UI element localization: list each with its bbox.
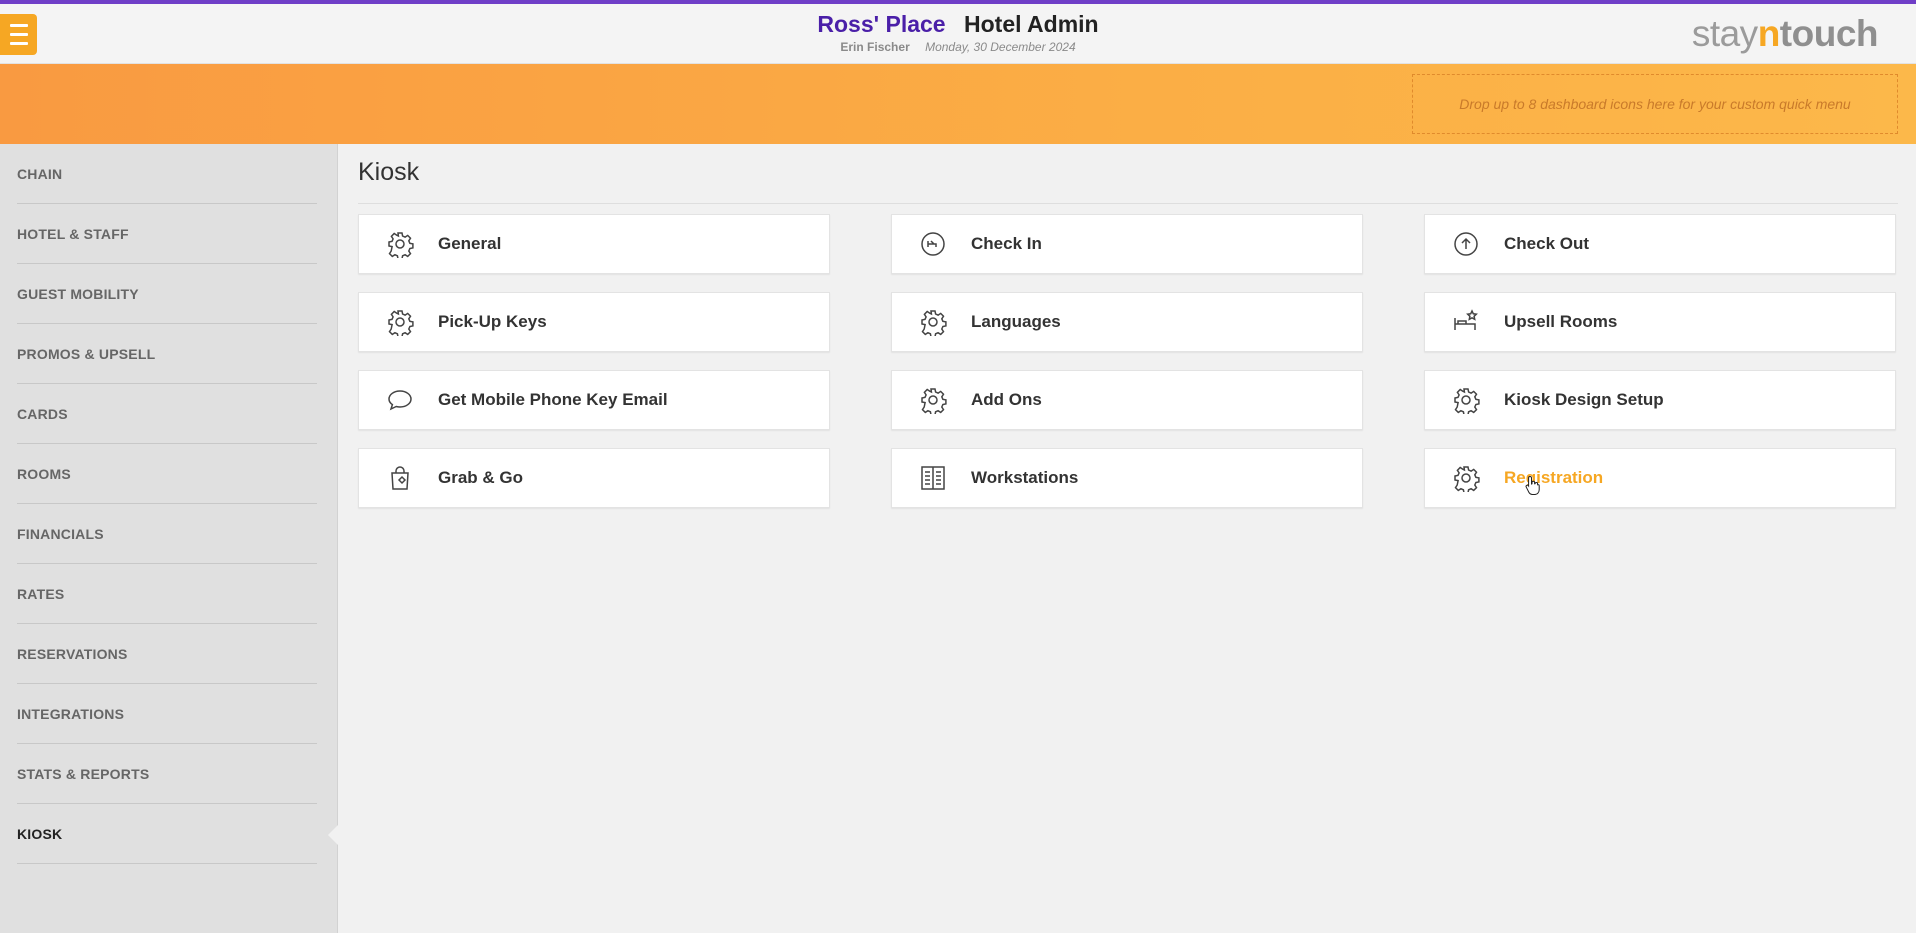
page-title: Kiosk bbox=[358, 158, 420, 186]
header-title: Ross' Place Hotel Admin bbox=[0, 10, 1916, 38]
gear-icon bbox=[1454, 466, 1480, 492]
sidebar-item-reservations[interactable]: RESERVATIONS bbox=[17, 624, 317, 684]
quick-menu-placeholder: Drop up to 8 dashboard icons here for yo… bbox=[1459, 96, 1851, 112]
tile-label: General bbox=[438, 234, 502, 253]
user-name: Erin Fischer bbox=[840, 40, 910, 54]
header-center: Ross' Place Hotel Admin Erin Fischer Mon… bbox=[0, 10, 1916, 55]
sidebar-item-label: RATES bbox=[17, 585, 65, 602]
app-name: Hotel Admin bbox=[964, 11, 1099, 37]
tile-label: Pick-Up Keys bbox=[438, 312, 547, 331]
gear-icon bbox=[921, 388, 947, 414]
tile-kiosk-design-setup[interactable]: Kiosk Design Setup bbox=[1424, 370, 1896, 430]
main-content: Kiosk General Check In Check Out Pick-Up… bbox=[339, 144, 1916, 933]
sidebar-item-financials[interactable]: FINANCIALS bbox=[17, 504, 317, 564]
tile-label: Check Out bbox=[1504, 234, 1590, 253]
tile-label: Upsell Rooms bbox=[1504, 312, 1618, 331]
sidebar-item-cards[interactable]: CARDS bbox=[17, 384, 317, 444]
tile-label: Registration bbox=[1504, 468, 1604, 487]
gear-icon bbox=[388, 232, 414, 258]
sidebar-item-label: GUEST MOBILITY bbox=[17, 285, 139, 302]
brand-logo-part: stay bbox=[1691, 13, 1758, 54]
tile-upsell-rooms[interactable]: Upsell Rooms bbox=[1424, 292, 1896, 352]
sidebar-item-rooms[interactable]: ROOMS bbox=[17, 444, 317, 504]
title-divider bbox=[358, 203, 1898, 204]
sidebar-item-guest-mobility[interactable]: GUEST MOBILITY bbox=[17, 264, 317, 324]
sidebar-item-label: FINANCIALS bbox=[17, 525, 104, 542]
check-out-icon bbox=[1454, 232, 1478, 256]
tile-grab-and-go[interactable]: Grab & Go bbox=[358, 448, 830, 508]
tile-pick-up-keys[interactable]: Pick-Up Keys bbox=[358, 292, 830, 352]
sidebar-item-chain[interactable]: CHAIN bbox=[17, 144, 317, 204]
sidebar-item-label: RESERVATIONS bbox=[17, 645, 128, 662]
tile-get-mobile-phone-key-email[interactable]: Get Mobile Phone Key Email bbox=[358, 370, 830, 430]
sidebar-item-label: INTEGRATIONS bbox=[17, 705, 125, 722]
app-header: Ross' Place Hotel Admin Erin Fischer Mon… bbox=[0, 4, 1916, 64]
sidebar-item-label: CHAIN bbox=[17, 165, 63, 182]
tile-label: Grab & Go bbox=[438, 468, 524, 487]
sidebar-item-label: KIOSK bbox=[17, 825, 63, 842]
tile-label: Add Ons bbox=[971, 390, 1042, 409]
sidebar-item-stats-reports[interactable]: STATS & REPORTS bbox=[17, 744, 317, 804]
sidebar: CHAIN HOTEL & STAFF GUEST MOBILITY PROMO… bbox=[0, 144, 339, 933]
sidebar-item-rates[interactable]: RATES bbox=[17, 564, 317, 624]
tile-check-out[interactable]: Check Out bbox=[1424, 214, 1896, 274]
sidebar-item-label: STATS & REPORTS bbox=[17, 765, 150, 782]
sidebar-item-label: PROMOS & UPSELL bbox=[17, 345, 156, 362]
shopping-bag-icon bbox=[391, 466, 409, 490]
brand-logo: stayntouch bbox=[1691, 12, 1879, 56]
tile-general[interactable]: General bbox=[358, 214, 830, 274]
business-date: Monday, 30 December 2024 bbox=[925, 40, 1076, 54]
workstation-icon bbox=[921, 466, 945, 490]
dashboard-banner: Drop up to 8 dashboard icons here for yo… bbox=[0, 64, 1916, 144]
tile-registration[interactable]: Registration bbox=[1424, 448, 1896, 508]
tile-add-ons[interactable]: Add Ons bbox=[891, 370, 1363, 430]
gear-icon bbox=[921, 310, 947, 336]
active-item-pointer bbox=[328, 824, 339, 846]
brand-logo-part: n bbox=[1757, 13, 1781, 54]
sidebar-item-hotel-staff[interactable]: HOTEL & STAFF bbox=[17, 204, 317, 264]
tile-languages[interactable]: Languages bbox=[891, 292, 1363, 352]
hotel-name[interactable]: Ross' Place bbox=[817, 11, 945, 37]
check-in-icon bbox=[921, 232, 945, 256]
header-subline: Erin Fischer Monday, 30 December 2024 bbox=[0, 39, 1916, 55]
tile-label: Workstations bbox=[971, 468, 1079, 487]
tile-check-in[interactable]: Check In bbox=[891, 214, 1363, 274]
sidebar-item-label: HOTEL & STAFF bbox=[17, 225, 129, 242]
sidebar-item-promos-upsell[interactable]: PROMOS & UPSELL bbox=[17, 324, 317, 384]
quick-menu-drop-zone[interactable]: Drop up to 8 dashboard icons here for yo… bbox=[1412, 74, 1898, 134]
hand-cursor-icon bbox=[1525, 475, 1540, 495]
chat-bubble-icon bbox=[388, 390, 412, 411]
tile-workstations[interactable]: Workstations bbox=[891, 448, 1363, 508]
sidebar-item-integrations[interactable]: INTEGRATIONS bbox=[17, 684, 317, 744]
tile-label: Check In bbox=[971, 234, 1042, 253]
sidebar-item-label: ROOMS bbox=[17, 465, 71, 482]
sidebar-item-label: CARDS bbox=[17, 405, 68, 422]
gear-icon bbox=[388, 310, 414, 336]
brand-logo-part: touch bbox=[1779, 13, 1879, 54]
tile-label: Languages bbox=[971, 312, 1061, 331]
gear-icon bbox=[1454, 388, 1480, 414]
upsell-bed-icon bbox=[1454, 309, 1478, 330]
tile-label: Get Mobile Phone Key Email bbox=[438, 390, 668, 409]
tile-label: Kiosk Design Setup bbox=[1504, 390, 1664, 409]
sidebar-item-kiosk[interactable]: KIOSK bbox=[17, 804, 317, 864]
